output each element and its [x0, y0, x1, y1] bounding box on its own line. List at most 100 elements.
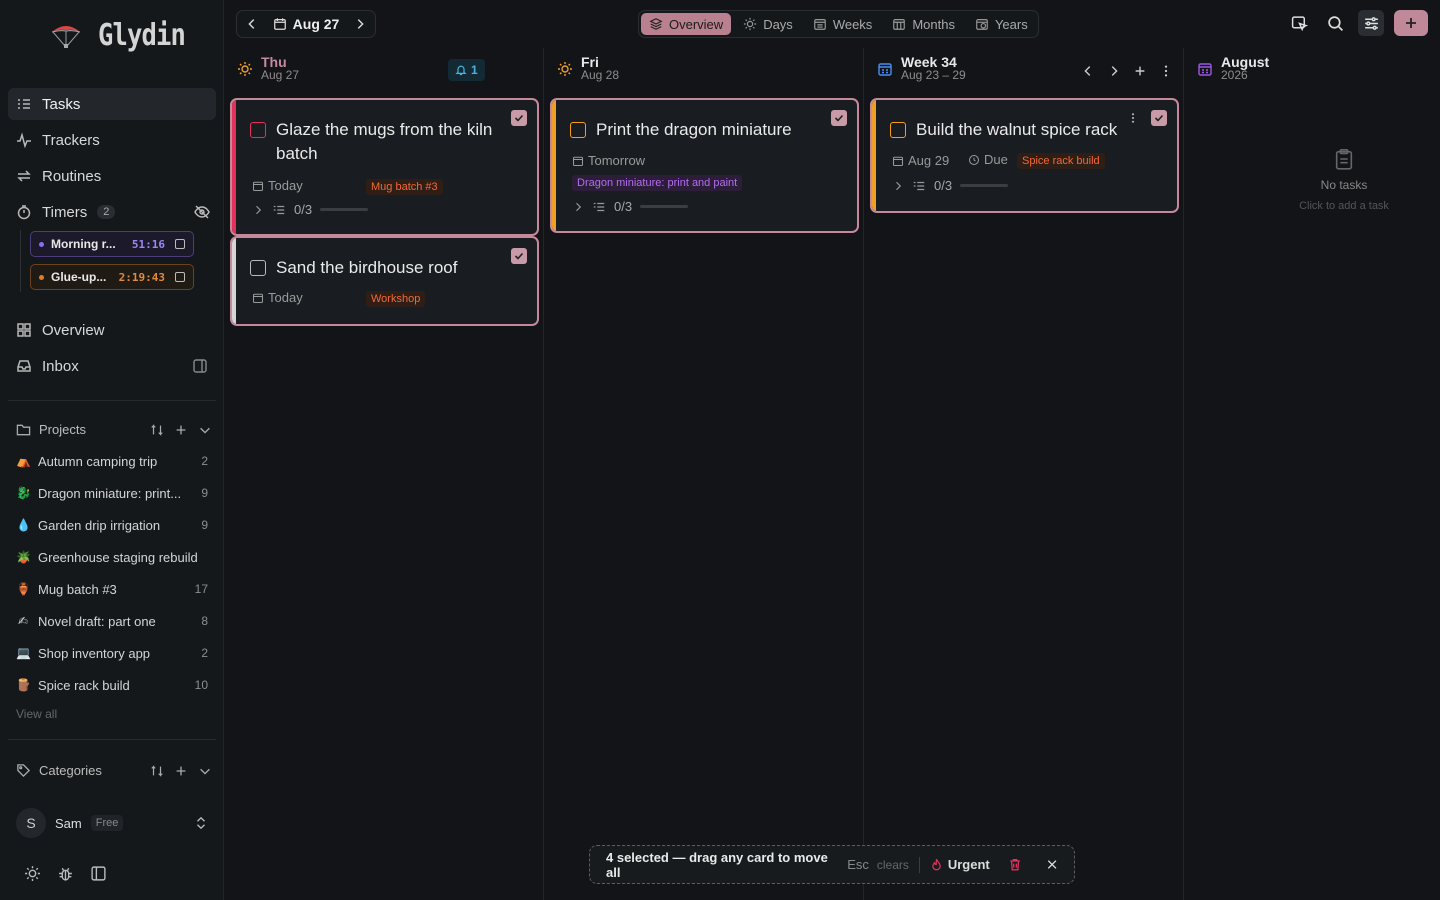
more-vertical-icon[interactable]	[1159, 64, 1173, 78]
project-emoji: 🪴	[16, 550, 31, 564]
project-item[interactable]: 🏺 Mug batch #3 17	[16, 578, 208, 600]
sun-icon[interactable]	[24, 865, 41, 882]
sidebar-toggle-icon[interactable]	[90, 865, 107, 882]
chevron-down-icon[interactable]	[198, 423, 212, 437]
priority-stripe	[232, 238, 236, 324]
selected-check-icon[interactable]	[511, 110, 527, 126]
nav-inbox[interactable]: Inbox	[8, 350, 216, 382]
urgent-button[interactable]: Urgent	[930, 857, 990, 872]
add-task-button[interactable]	[1394, 10, 1428, 36]
calendar-icon	[252, 181, 264, 191]
project-item[interactable]: 💻 Shop inventory app 2	[16, 642, 208, 664]
nav-routines[interactable]: Routines	[8, 160, 216, 192]
task-card[interactable]: Sand the birdhouse roof Today Workshop	[230, 236, 539, 326]
calendar-icon	[572, 156, 584, 166]
project-item[interactable]: ⛺ Autumn camping trip 2	[16, 450, 208, 472]
nav-routines-label: Routines	[42, 167, 102, 185]
app-logo[interactable]: Glydin	[50, 18, 200, 53]
panel-icon[interactable]	[192, 358, 208, 374]
top-actions	[1286, 10, 1428, 36]
subtasks-row[interactable]: 0/3	[252, 202, 369, 217]
week-actions	[1081, 64, 1173, 78]
nav-tasks[interactable]: Tasks	[8, 88, 216, 120]
timer-item[interactable]: Morning r... 51:16	[30, 231, 194, 257]
project-item[interactable]: 🐉 Dragon miniature: print... 9	[16, 482, 208, 504]
column-header: Week 34 Aug 23 – 29	[877, 55, 966, 82]
project-tag[interactable]: Spice rack build	[1017, 153, 1105, 169]
stop-icon[interactable]	[175, 272, 185, 282]
timers-tree-line	[20, 230, 21, 292]
project-item[interactable]: 🪵 Spice rack build 10	[16, 674, 208, 696]
nav-overview[interactable]: Overview	[8, 314, 216, 346]
plus-icon[interactable]	[174, 423, 188, 437]
app-name: Glydin	[98, 18, 186, 53]
task-card[interactable]: Build the walnut spice rack Aug 29 Due S…	[870, 98, 1179, 213]
plus-icon[interactable]	[1133, 64, 1147, 78]
project-item[interactable]: ✍ Novel draft: part one 8	[16, 610, 208, 632]
reminder-badge[interactable]: 1	[448, 59, 485, 81]
tab-overview[interactable]: Overview	[641, 13, 732, 35]
view-all-link[interactable]: View all	[16, 707, 57, 721]
chevron-down-icon[interactable]	[198, 764, 212, 778]
task-checkbox[interactable]	[890, 122, 906, 138]
task-date-label: Today	[268, 178, 303, 193]
progress-bar	[960, 184, 1009, 187]
month-column[interactable]: August 2026 No tasks Click to add a task	[1185, 48, 1440, 900]
timer-item[interactable]: Glue-up... 2:19:43	[30, 264, 194, 290]
nav-trackers[interactable]: Trackers	[8, 124, 216, 156]
project-tag[interactable]: Mug batch #3	[366, 179, 443, 195]
categories-label: Categories	[39, 763, 102, 778]
selected-check-icon[interactable]	[1151, 110, 1167, 126]
task-title: Glaze the mugs from the kiln batch	[276, 120, 493, 163]
project-name: Shop inventory app	[38, 645, 151, 661]
date-picker[interactable]: Aug 27	[273, 16, 339, 32]
project-tag[interactable]: Dragon miniature: print and paint	[572, 175, 743, 191]
selected-check-icon[interactable]	[511, 248, 527, 264]
filters-button[interactable]	[1358, 10, 1384, 36]
sort-icon[interactable]	[150, 423, 164, 437]
project-count: 2	[201, 454, 208, 468]
chevron-right-icon	[576, 202, 582, 211]
subtasks-row[interactable]: 0/3	[892, 178, 1009, 193]
project-tag[interactable]: Workshop	[366, 291, 426, 307]
task-checkbox[interactable]	[570, 122, 586, 138]
avatar: S	[16, 808, 46, 838]
priority-stripe	[552, 100, 556, 231]
sliders-icon	[1364, 16, 1378, 30]
tab-months[interactable]: Months	[884, 13, 963, 35]
tab-years[interactable]: Years	[967, 13, 1036, 35]
task-checkbox[interactable]	[250, 122, 266, 138]
user-menu[interactable]: S Sam Free	[16, 808, 212, 838]
sun-icon	[558, 62, 572, 76]
esc-key: Esc	[847, 857, 869, 872]
search-button[interactable]	[1322, 10, 1348, 36]
task-card[interactable]: Glaze the mugs from the kiln batch Today…	[230, 98, 539, 236]
tab-weeks[interactable]: Weeks	[805, 13, 881, 35]
task-checkbox[interactable]	[250, 260, 266, 276]
chevron-left-icon[interactable]	[245, 17, 259, 31]
column-header: August 2026	[1197, 55, 1269, 82]
sort-icon[interactable]	[150, 764, 164, 778]
chevron-left-icon[interactable]	[1081, 64, 1095, 78]
stop-icon[interactable]	[175, 239, 185, 249]
week-range: Aug 23 – 29	[901, 68, 966, 82]
tab-days[interactable]: Days	[735, 13, 801, 35]
task-card[interactable]: Print the dragon miniature Tomorrow Drag…	[550, 98, 859, 233]
bug-icon[interactable]	[57, 865, 74, 882]
chevron-right-icon[interactable]	[1107, 64, 1121, 78]
esc-hint: clears	[876, 857, 909, 872]
timer-name: Glue-up...	[51, 270, 107, 284]
project-item[interactable]: 💧 Garden drip irrigation 9	[16, 514, 208, 536]
chevron-right-icon[interactable]	[353, 17, 367, 31]
subtasks-row[interactable]: 0/3	[572, 199, 689, 214]
day-column-fri: Fri Aug 28 Print the dragon miniature To…	[545, 48, 864, 900]
eye-off-icon[interactable]	[194, 204, 210, 220]
column-header: Fri Aug 28	[557, 55, 619, 82]
trash-icon[interactable]	[1008, 857, 1022, 872]
plus-icon[interactable]	[174, 764, 188, 778]
select-mode-button[interactable]	[1286, 10, 1312, 36]
nav-timers[interactable]: Timers 2	[8, 196, 216, 228]
project-item[interactable]: 🪴 Greenhouse staging rebuild	[16, 546, 208, 568]
close-icon[interactable]	[1046, 858, 1058, 871]
tab-label: Overview	[669, 16, 724, 32]
